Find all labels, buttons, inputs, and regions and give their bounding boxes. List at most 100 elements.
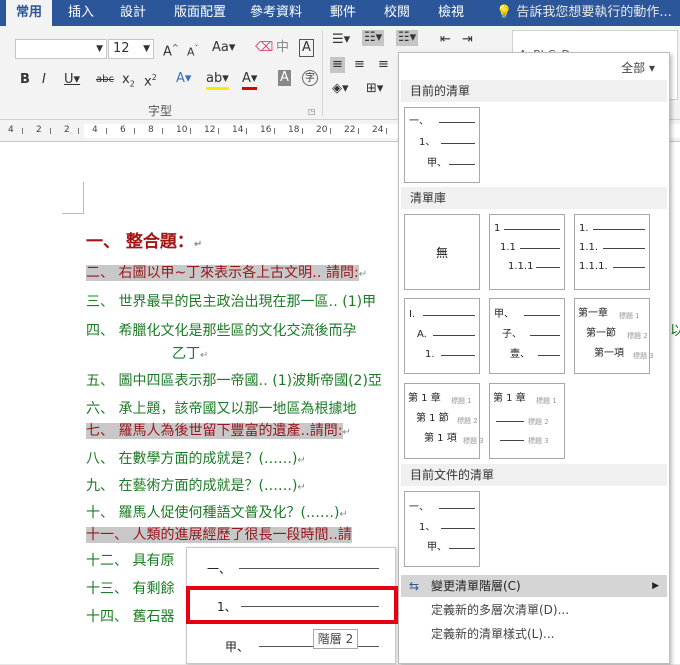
ruler-tick: [106, 128, 107, 134]
doc-line-text: 十二、 具有原: [86, 553, 175, 569]
italic-icon[interactable]: I: [42, 72, 46, 88]
filter-all-dropdown[interactable]: 全部 ▾: [621, 59, 655, 76]
subscript-icon[interactable]: x2: [122, 72, 135, 93]
tile-level-1: 第 1 章: [493, 393, 526, 404]
tile-level-1: 一、: [409, 116, 429, 127]
ruler-number: 2: [36, 125, 42, 135]
tile-numeric-1[interactable]: 1 1.1 1.1.1: [489, 214, 565, 290]
tab-home[interactable]: 常用: [6, 0, 52, 26]
tile-level-2: 第 1 節: [416, 413, 449, 424]
bullets-icon[interactable]: ☰▾: [332, 32, 350, 48]
doc-line-8: 八、 在數學方面的成就是？(‥‥‥)↵: [86, 451, 306, 467]
tile-chinese[interactable]: 甲、 子、 壹、: [489, 298, 565, 374]
tile-roman[interactable]: I. A. 1.: [404, 298, 480, 374]
strikethrough-icon[interactable]: abc: [96, 72, 114, 88]
tab-view[interactable]: 檢視: [428, 0, 474, 26]
change-case-icon[interactable]: Aa▾: [212, 40, 235, 56]
ruler-tick: [246, 128, 247, 134]
tab-review[interactable]: 校閱: [374, 0, 420, 26]
section-doc-lists: 目前文件的清單: [401, 464, 667, 486]
borders-icon[interactable]: ⊞▾: [366, 81, 383, 97]
tab-design[interactable]: 設計: [110, 0, 156, 26]
chevron-down-icon: ▼: [143, 44, 150, 54]
doc-line-9: 九、 在藝術方面的成就是？(‥‥‥)↵: [86, 478, 306, 494]
tile-chapter-lines[interactable]: 第 1 章 標題 1 標題 2 標題 3: [489, 383, 565, 459]
tile-doc-list[interactable]: 一、 1、 甲、: [404, 491, 480, 567]
tab-layout[interactable]: 版面配置: [168, 0, 232, 26]
align-right-icon[interactable]: ≡: [378, 57, 389, 73]
doc-line-text: 十、 羅馬人促使何種語文普及化？(‥‥‥): [86, 505, 340, 521]
ruler-tick: [218, 128, 219, 134]
grow-font-icon[interactable]: A^: [163, 40, 179, 60]
tile-style-name: 標題 3: [633, 352, 654, 360]
enclose-char-icon[interactable]: 字: [302, 70, 318, 86]
tile-style-name: 標題 1: [451, 397, 472, 405]
decrease-indent-icon[interactable]: ⇤: [440, 32, 451, 48]
font-name-box[interactable]: ▼: [15, 39, 107, 59]
caret-down-icon: ▾: [648, 61, 655, 75]
tile-chapter-heading[interactable]: 第一章 標題 1 第一節 標題 2 第一項 標題 3: [574, 298, 654, 374]
ruler-number: 10: [176, 125, 188, 135]
tab-insert[interactable]: 插入: [58, 0, 104, 26]
tile-style-name: 標題 2: [627, 332, 648, 340]
char-border-icon[interactable]: A: [299, 39, 314, 57]
doc-line-text: 乙丁: [172, 346, 200, 362]
tell-me-box[interactable]: 💡 告訴我您想要執行的動作...: [496, 0, 672, 26]
menu-change-list-level[interactable]: ⇆ 變更清單階層(C) ▶: [401, 575, 667, 597]
ribbon-tab-bar: 常用 插入 設計 版面配置 參考資料 郵件 校閱 檢視 💡 告訴我您想要執行的動…: [0, 0, 680, 26]
ruler-tick: [274, 128, 275, 134]
ruler-number: 12: [204, 125, 216, 135]
tab-references[interactable]: 參考資料: [244, 0, 308, 26]
tile-current-list[interactable]: 一、 1、 甲、: [404, 107, 480, 183]
char-shading-icon[interactable]: A: [278, 70, 291, 86]
highlight-icon[interactable]: ab▾: [206, 71, 229, 90]
bold-icon[interactable]: B: [20, 72, 30, 88]
tile-none[interactable]: 無: [404, 214, 480, 290]
tile-numeric-2[interactable]: 1. 1.1. 1.1.1.: [574, 214, 650, 290]
tile-chapter-num[interactable]: 第 1 章 標題 1 第 1 節標題 2 第 1 項標題 3: [404, 383, 484, 459]
menu-define-multilevel[interactable]: 定義新的多層次清單(D)...: [401, 599, 667, 621]
ruler-tick: [386, 128, 387, 134]
doc-line-13: 十三、 有剩餘: [86, 580, 174, 598]
tile-level-1: 1: [494, 223, 501, 234]
chevron-down-icon: ▼: [96, 44, 103, 54]
ruler-tick: [358, 128, 359, 134]
level-3-label: 甲、: [225, 640, 250, 654]
shrink-font-icon[interactable]: Aˇ: [187, 41, 199, 61]
ruler-tick: [134, 128, 135, 134]
doc-title: 一、 整合題：↵: [86, 232, 203, 252]
ruler-tick: [50, 128, 51, 134]
align-center-icon[interactable]: ≡: [354, 57, 365, 73]
clear-format-icon[interactable]: ⌫: [255, 40, 273, 56]
increase-indent-icon[interactable]: ⇥: [462, 32, 473, 48]
margin-corner-mark: [62, 182, 84, 214]
menu-define-list-style[interactable]: 定義新的清單樣式(L)...: [401, 623, 667, 645]
doc-line-11: 十一、 人類的進展經歷了很長一段時間‥請: [86, 526, 352, 544]
font-size-box[interactable]: 12 ▼: [108, 39, 154, 59]
phonetic-guide-icon[interactable]: 中: [276, 40, 289, 56]
doc-line-2: 二、 右圖以甲~丁來表示各上古文明‥ 請問:↵: [86, 265, 368, 281]
tile-level-3: 第一項: [594, 348, 624, 359]
ruler-number: 14: [232, 125, 244, 135]
level-1-option[interactable]: 一、: [187, 548, 395, 585]
doc-line-10: 十、 羅馬人促使何種語文普及化？(‥‥‥)↵: [86, 505, 348, 521]
dialog-launcher-icon[interactable]: ◳: [308, 104, 316, 120]
doc-line-6: 六、 承上題，該帝國又以那一地區為根據地: [86, 400, 356, 418]
tile-level-1: 第一章: [578, 308, 608, 319]
tile-none-label: 無: [436, 246, 449, 260]
doc-line-text: 十三、 有剩餘: [86, 581, 175, 597]
shading-icon[interactable]: ◈▾: [332, 81, 349, 97]
align-left-icon[interactable]: ≡: [330, 57, 345, 73]
tile-style-name: 標題 1: [536, 397, 557, 405]
multilevel-list-icon[interactable]: ☷▾: [396, 30, 419, 46]
underline-icon[interactable]: U▾: [64, 72, 80, 88]
ruler-number: 18: [288, 125, 300, 135]
text-effects-icon[interactable]: A▾: [176, 71, 191, 87]
level-3-option[interactable]: 甲、: [187, 628, 395, 665]
font-color-icon[interactable]: A▾: [242, 71, 258, 90]
tile-level-3: 1.1.1.: [579, 261, 608, 272]
ruler-number: 8: [148, 125, 154, 135]
tab-mailings[interactable]: 郵件: [320, 0, 366, 26]
numbering-icon[interactable]: ☷▾: [362, 30, 385, 46]
superscript-icon[interactable]: x2: [144, 70, 157, 90]
